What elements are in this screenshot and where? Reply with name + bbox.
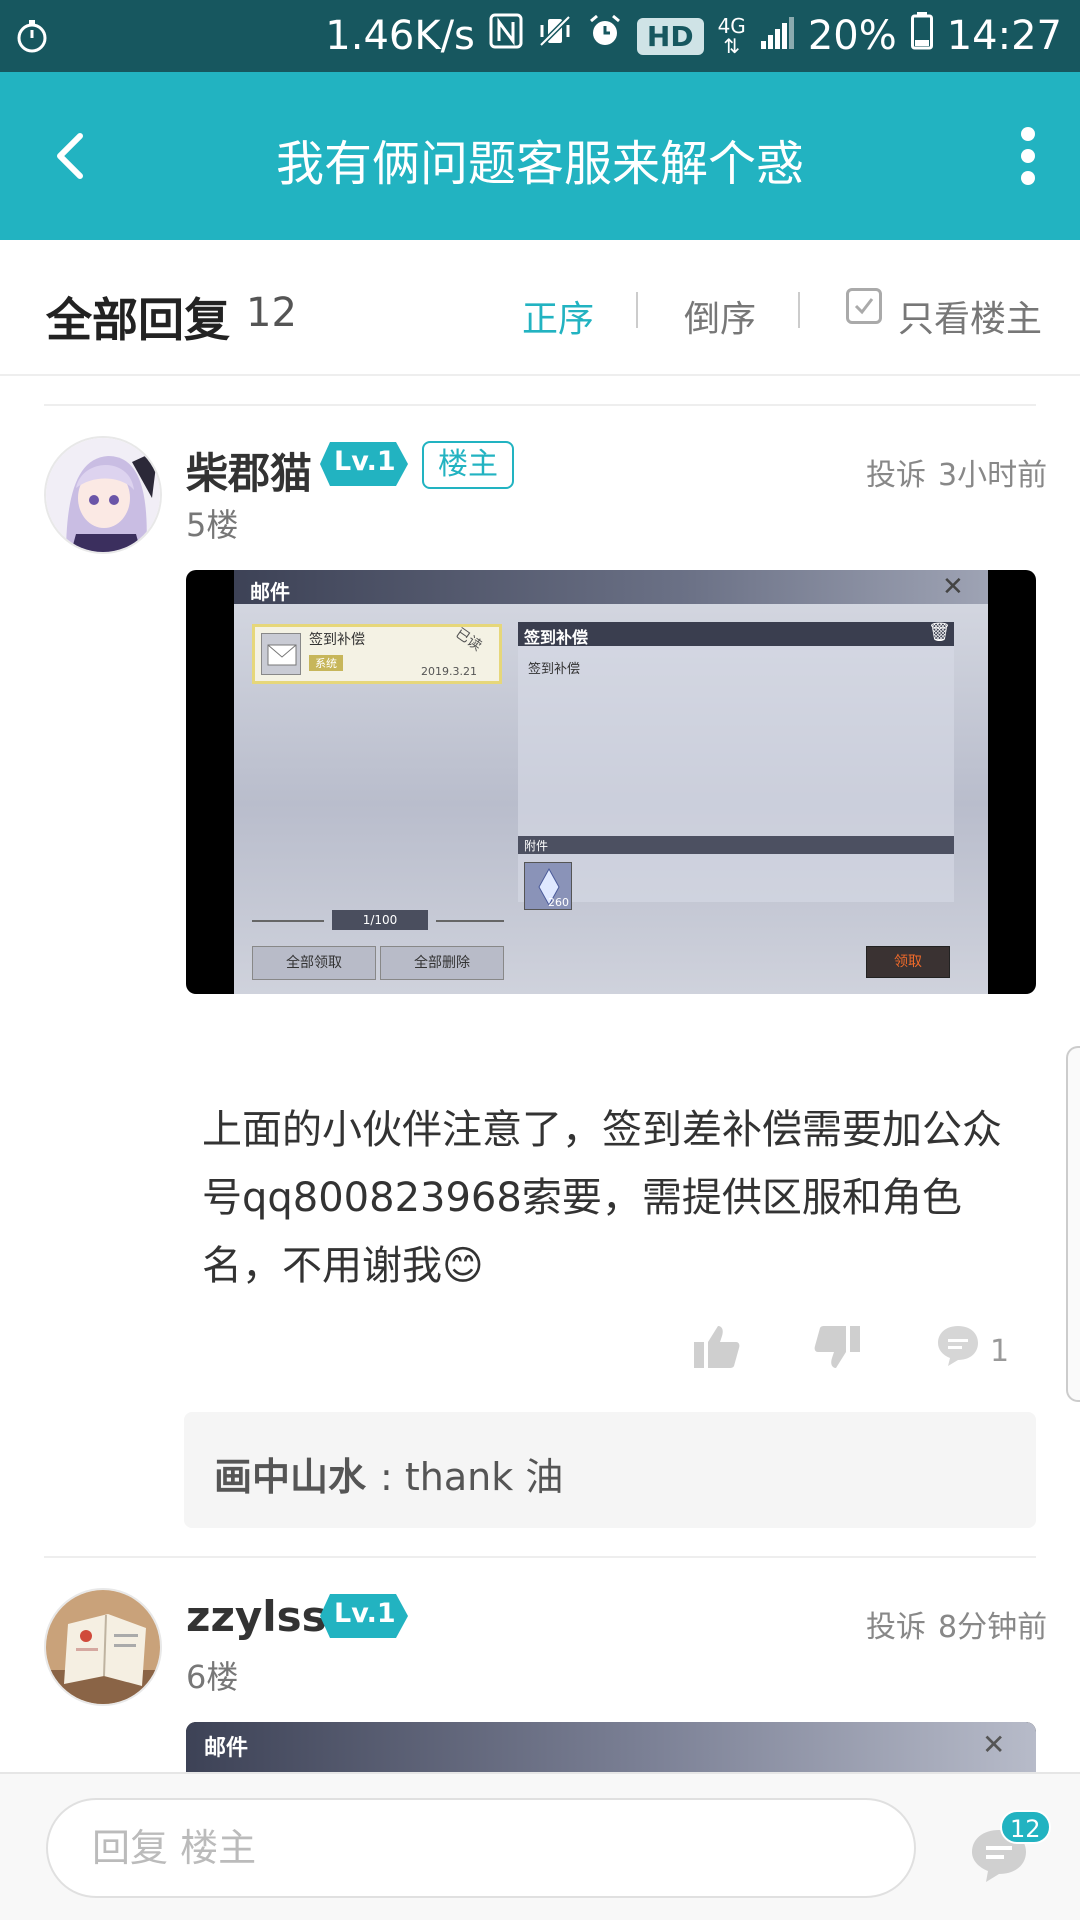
delete-all-button: 全部删除: [380, 946, 504, 980]
mail-subject: 签到补偿: [309, 632, 365, 648]
network-type: 4G ⇅: [717, 14, 746, 58]
attachment-bar: [518, 836, 954, 854]
sub-reply[interactable]: 画中山水 : thank 油: [184, 1412, 1036, 1528]
mail-panel-title: 邮件: [204, 1736, 249, 1761]
mail-panel-title: 邮件: [250, 580, 290, 604]
post-body: 上面的小伙伴注意了，签到差补偿需要加公众号qq800823968索要，需提供区服…: [202, 1107, 1002, 1289]
nfc-icon: [489, 13, 523, 59]
mail-detail-body: [518, 646, 954, 902]
stopwatch-icon: [14, 18, 50, 58]
report-link[interactable]: 投诉: [866, 1602, 926, 1646]
all-replies-title: 全部回复: [46, 293, 230, 347]
sort-ascending-button[interactable]: 正序: [522, 290, 594, 342]
side-pull-tab[interactable]: [1066, 1046, 1080, 1402]
comment-count-badge: 12: [1000, 1810, 1051, 1844]
username[interactable]: zzylss: [186, 1592, 327, 1641]
comment-icon[interactable]: [934, 1322, 982, 1382]
mail-status: 已读: [452, 625, 485, 655]
dislike-icon[interactable]: [812, 1322, 862, 1382]
mail-header: [234, 570, 988, 604]
pager-line: [252, 920, 324, 922]
replies-header: 全部回复 12 正序 倒序 只看楼主: [0, 240, 1080, 376]
username[interactable]: 柴郡猫: [186, 440, 312, 501]
post-time: 3小时前: [938, 458, 1048, 493]
mail-list-item: 签到补偿 已读 系统 2019.3.21: [252, 624, 502, 684]
level-badge: Lv.1: [320, 442, 408, 486]
close-icon: ✕: [982, 1728, 1006, 1761]
comment-count: 1: [990, 1334, 1010, 1369]
avatar[interactable]: [44, 436, 162, 554]
only-op-label[interactable]: 只看楼主: [898, 290, 1042, 342]
separator: [798, 292, 800, 328]
alarm-icon: [587, 13, 623, 59]
avatar[interactable]: [44, 1588, 162, 1706]
check-icon: [854, 298, 874, 315]
report-link[interactable]: 投诉: [866, 450, 926, 494]
battery-percent: 20%: [807, 13, 897, 59]
floor-number: 6楼: [186, 1658, 239, 1696]
envelope-icon: [261, 633, 301, 675]
battery-icon: [910, 12, 933, 60]
reply-input[interactable]: 回复 楼主: [46, 1798, 916, 1898]
divider: [44, 404, 1036, 406]
mail-detail-text: 签到补偿: [528, 662, 581, 677]
separator: [636, 292, 638, 328]
pager-line: [436, 920, 504, 922]
like-icon[interactable]: [692, 1322, 742, 1382]
net-speed: 1.46K/s: [325, 13, 475, 59]
sub-reply-text: : thank 油: [380, 1455, 564, 1499]
vibrate-mute-icon: [537, 13, 573, 59]
game-mail-screenshot: 邮件 ✕ 签到补偿 已读 系统 2019.3.21 签到补偿 🗑 签到补偿 附件…: [234, 570, 988, 994]
crystal-icon: 260: [524, 862, 572, 910]
sub-reply-author[interactable]: 画中山水: [214, 1446, 366, 1501]
post-time: 8分钟前: [938, 1610, 1048, 1645]
page-title: 我有俩问题客服来解个惑: [275, 136, 804, 192]
floor-number: 5楼: [186, 506, 239, 544]
only-op-checkbox[interactable]: [846, 288, 882, 324]
trash-icon: 🗑: [928, 622, 951, 643]
attachment-label: 附件: [524, 839, 549, 853]
claim-all-button: 全部领取: [252, 946, 376, 980]
claim-button: 领取: [866, 946, 950, 978]
status-bar: 1.46K/s HD 4G ⇅ 20% 14:27: [0, 0, 1080, 72]
level-badge: Lv.1: [320, 1594, 408, 1638]
hd-badge: HD: [636, 17, 704, 55]
app-bar: 我有俩问题客服来解个惑: [0, 72, 1080, 240]
mail-tag: 系统: [309, 655, 343, 671]
reply-count: 12: [246, 290, 297, 336]
post-image[interactable]: 邮件 ✕ 签到补偿 已读 系统 2019.3.21 签到补偿 🗑 签到补偿 附件…: [186, 570, 1036, 994]
bottom-bar: 回复 楼主 12: [0, 1772, 1080, 1920]
divider: [44, 1556, 1036, 1558]
mail-detail-title: 签到补偿: [524, 628, 589, 647]
more-options-icon[interactable]: [1018, 124, 1038, 188]
op-badge: 楼主: [422, 441, 514, 489]
close-icon: ✕: [942, 572, 964, 602]
clock: 14:27: [946, 13, 1062, 59]
pager: 1/100: [332, 910, 428, 930]
signal-icon: [760, 13, 794, 59]
mail-date: 2019.3.21: [421, 665, 477, 678]
sort-descending-button[interactable]: 倒序: [684, 290, 756, 342]
